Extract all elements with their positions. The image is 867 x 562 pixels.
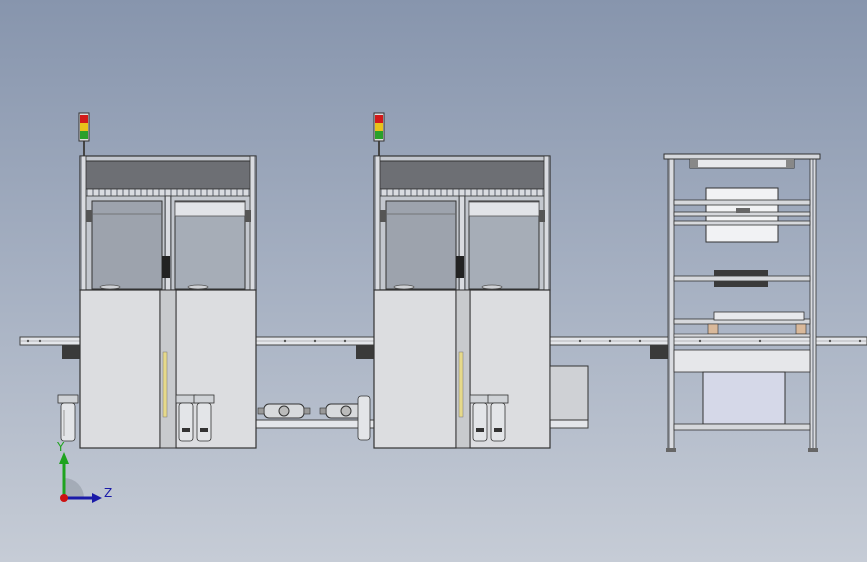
machine-unit-2	[373, 112, 589, 449]
signal-tower	[78, 112, 90, 158]
signal-tower	[373, 112, 385, 158]
conveyor-motor	[62, 345, 80, 359]
air-filter	[193, 394, 215, 442]
conveyor-motor	[650, 345, 668, 359]
triad-origin	[60, 494, 68, 502]
air-filter	[487, 394, 509, 442]
y-axis-label: Y	[57, 440, 65, 454]
pneumatic-valve	[319, 395, 371, 441]
cad-scene	[19, 112, 867, 503]
triad-plane	[64, 478, 84, 498]
electrical-box	[549, 365, 589, 421]
cad-viewport[interactable]: Y Z	[0, 0, 867, 562]
pneumatic-valve	[257, 403, 311, 419]
storage-rack	[663, 153, 821, 452]
z-axis-label: Z	[104, 486, 113, 500]
air-filter	[469, 394, 491, 442]
coordinate-triad	[59, 452, 102, 503]
conveyor-motor	[356, 345, 374, 359]
machine-unit-1	[57, 112, 257, 449]
air-filter	[57, 394, 79, 442]
air-filter	[175, 394, 197, 442]
